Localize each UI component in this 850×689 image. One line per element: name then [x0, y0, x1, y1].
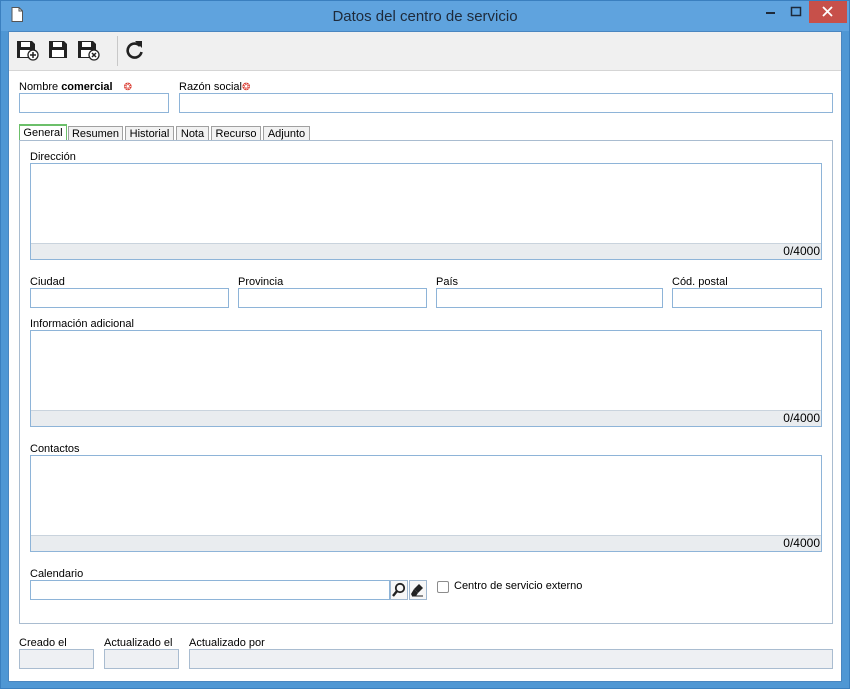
dialog-body: Nombre comercial ❂ Razón social❂ General…	[8, 31, 842, 682]
cod-postal-input[interactable]	[672, 288, 822, 308]
required-icon: ❂	[241, 82, 251, 93]
actualizado-el-field	[104, 649, 179, 669]
maximize-icon	[790, 6, 802, 17]
direccion-textarea[interactable]: 0/4000	[30, 163, 822, 260]
minimize-icon	[766, 12, 775, 14]
actualizado-por-label: Actualizado por	[189, 637, 265, 649]
nombre-comercial-label: Nombre comercial ❂	[19, 81, 133, 93]
ciudad-label: Ciudad	[30, 276, 65, 288]
creado-el-field	[19, 649, 94, 669]
general-panel: Dirección 0/4000 Ciudad Provincia País C…	[19, 140, 833, 624]
razon-social-label: Razón social❂	[179, 81, 251, 93]
informacion-adicional-textarea[interactable]: 0/4000	[30, 330, 822, 427]
calendario-label: Calendario	[30, 568, 84, 580]
close-button[interactable]	[809, 1, 847, 23]
direccion-counter: 0/4000	[31, 243, 821, 259]
nombre-comercial-input[interactable]	[19, 93, 169, 113]
save-close-icon	[78, 41, 100, 61]
provincia-label: Provincia	[238, 276, 284, 288]
save-new-button[interactable]	[14, 38, 40, 62]
pais-input[interactable]	[436, 288, 663, 308]
save-close-button[interactable]	[75, 38, 101, 62]
save-button[interactable]	[45, 38, 71, 62]
clear-button[interactable]	[409, 580, 427, 600]
direccion-label: Dirección	[30, 151, 76, 163]
creado-el-label: Creado el	[19, 637, 67, 649]
centro-externo-label: Centro de servicio externo	[454, 580, 583, 592]
calendario-actions	[390, 580, 428, 600]
eraser-icon	[411, 584, 423, 597]
contactos-textarea[interactable]: 0/4000	[30, 455, 822, 552]
contactos-counter: 0/4000	[31, 535, 821, 551]
window-title: Datos del centro de servicio	[332, 8, 518, 25]
title-bar[interactable]: Datos del centro de servicio	[1, 1, 849, 31]
ciudad-input[interactable]	[30, 288, 229, 308]
toolbar	[9, 32, 841, 71]
close-icon	[822, 6, 833, 17]
save-plus-icon	[17, 41, 39, 61]
informacion-adicional-label: Información adicional	[30, 318, 134, 330]
centro-externo-checkbox[interactable]	[437, 581, 449, 593]
informacion-adicional-counter: 0/4000	[31, 410, 821, 426]
calendario-input[interactable]	[30, 580, 390, 600]
toolbar-separator	[117, 36, 118, 66]
refresh-button[interactable]	[121, 38, 147, 62]
contactos-label: Contactos	[30, 443, 80, 455]
application-window: Datos del centro de servicio Nombre come…	[0, 0, 850, 689]
refresh-icon	[126, 41, 143, 59]
search-button[interactable]	[390, 580, 408, 600]
razon-social-input[interactable]	[179, 93, 833, 113]
actualizado-el-label: Actualizado el	[104, 637, 173, 649]
minimize-button[interactable]	[757, 1, 783, 23]
save-icon	[49, 41, 67, 58]
cod-postal-label: Cód. postal	[672, 276, 728, 288]
pais-label: País	[436, 276, 459, 288]
search-icon	[392, 582, 406, 597]
required-icon: ❂	[123, 82, 133, 93]
actualizado-por-field	[189, 649, 833, 669]
maximize-button[interactable]	[783, 1, 809, 23]
provincia-input[interactable]	[238, 288, 427, 308]
